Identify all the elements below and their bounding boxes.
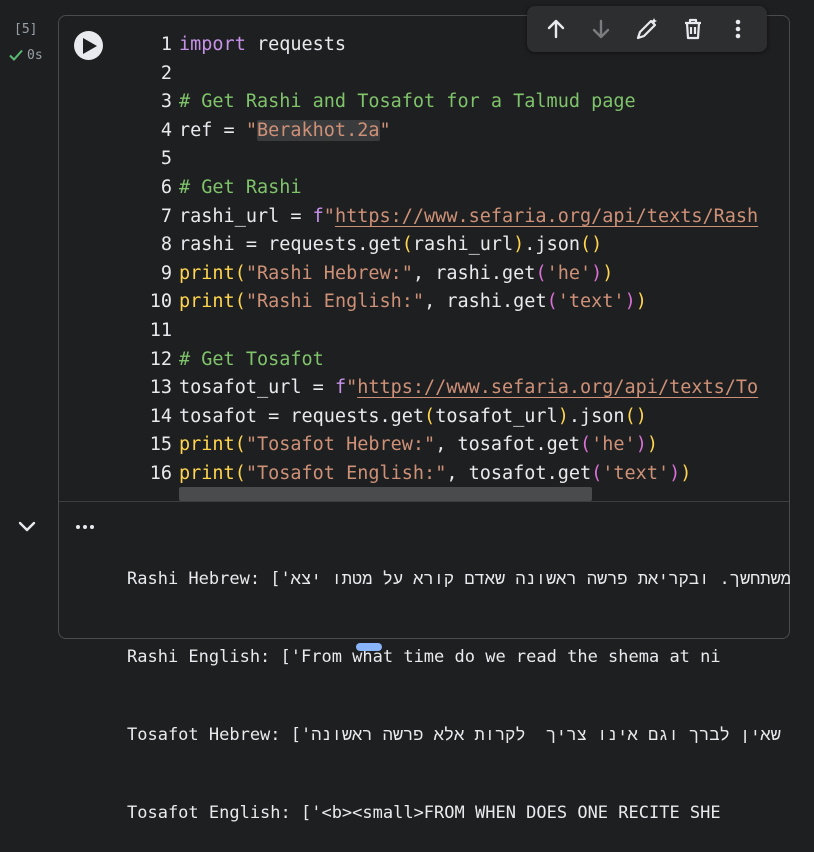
line-number: 15 bbox=[149, 434, 172, 456]
code-text[interactable]: ref = "Berakhot.2a" bbox=[179, 117, 779, 146]
execution-count: [5] bbox=[14, 22, 38, 37]
code-line[interactable]: 5 bbox=[140, 145, 780, 174]
cell-output: Rashi Hebrew: ['משתחשך. ובקריאת פרשה ראש… bbox=[127, 514, 790, 852]
code-line[interactable]: 7 rashi_url = f"https://www.sefaria.org/a… bbox=[140, 203, 780, 232]
chevron-down-icon bbox=[18, 521, 36, 532]
line-number: 16 bbox=[149, 462, 172, 484]
code-text[interactable]: print("Rashi English:", rashi.get('text'… bbox=[179, 288, 779, 317]
line-number: 9 bbox=[160, 262, 172, 284]
code-text[interactable] bbox=[179, 317, 779, 346]
code-text[interactable] bbox=[179, 60, 779, 89]
code-line[interactable]: 16 print("Tosafot English:", tosafot.get(… bbox=[140, 460, 780, 489]
code-line[interactable]: 11 bbox=[140, 317, 780, 346]
output-line: Tosafot Hebrew: ['תו שאין לברך וגם אינו … bbox=[127, 725, 781, 745]
code-text[interactable]: print("Tosafot English:", tosafot.get('t… bbox=[179, 460, 779, 489]
collapse-output-button[interactable] bbox=[16, 517, 38, 537]
code-line[interactable]: 13 tosafot_url = f"https://www.sefaria.or… bbox=[140, 374, 780, 403]
output-actions-button[interactable] bbox=[76, 517, 102, 537]
code-line[interactable]: 9 print("Rashi Hebrew:", rashi.get('he')) bbox=[140, 260, 780, 289]
run-cell-button[interactable] bbox=[74, 31, 103, 60]
code-editor[interactable]: 1 import requests 2 3 # Get Rashi and Tosafo… bbox=[140, 31, 780, 489]
execution-status: 0s bbox=[8, 47, 43, 63]
line-number: 14 bbox=[149, 405, 172, 427]
code-text[interactable]: print("Rashi Hebrew:", rashi.get('he')) bbox=[179, 260, 779, 289]
line-number: 8 bbox=[160, 234, 172, 256]
line-number: 1 bbox=[160, 34, 172, 55]
code-text[interactable]: # Get Tosafot bbox=[179, 346, 779, 375]
line-number: 6 bbox=[160, 176, 172, 198]
code-line[interactable]: 6 # Get Rashi bbox=[140, 174, 780, 203]
code-text[interactable]: tosafot = requests.get(tosafot_url).json… bbox=[179, 403, 779, 432]
output-line: Rashi Hebrew: ['משתחשך. ובקריאת פרשה ראש… bbox=[127, 569, 790, 589]
code-line[interactable]: 3 # Get Rashi and Tosafot for a Talmud pa… bbox=[140, 88, 780, 117]
line-number: 7 bbox=[160, 205, 172, 227]
code-line[interactable]: 4 ref = "Berakhot.2a" bbox=[140, 117, 780, 146]
code-line[interactable]: 2 bbox=[140, 60, 780, 89]
code-text[interactable]: rashi_url = f"https://www.sefaria.org/ap… bbox=[179, 203, 779, 232]
more-horiz-dot bbox=[90, 525, 94, 529]
code-line[interactable]: 10 print("Rashi English:", rashi.get('tex… bbox=[140, 288, 780, 317]
line-number: 2 bbox=[160, 62, 172, 84]
line-number: 10 bbox=[149, 291, 172, 313]
code-text[interactable]: # Get Rashi and Tosafot for a Talmud pag… bbox=[179, 88, 779, 117]
code-text[interactable]: print("Tosafot Hebrew:", tosafot.get('he… bbox=[179, 431, 779, 460]
check-icon bbox=[9, 49, 23, 61]
output-divider bbox=[59, 501, 789, 502]
code-text[interactable]: # Get Rashi bbox=[179, 174, 779, 203]
more-horiz-dot bbox=[83, 525, 87, 529]
output-line: Rashi English: ['From what time do we re… bbox=[127, 647, 721, 667]
code-line[interactable]: 14 tosafot = requests.get(tosafot_url).js… bbox=[140, 403, 780, 432]
code-text[interactable]: import requests bbox=[179, 31, 779, 60]
horizontal-scrollbar[interactable] bbox=[179, 487, 592, 501]
code-text[interactable] bbox=[179, 145, 779, 174]
code-line[interactable]: 8 rashi = requests.get(rashi_url).json() bbox=[140, 231, 780, 260]
code-text[interactable]: rashi = requests.get(rashi_url).json() bbox=[179, 231, 779, 260]
line-number: 12 bbox=[149, 348, 172, 370]
more-horiz-icon bbox=[76, 525, 80, 529]
line-number: 3 bbox=[160, 91, 172, 113]
line-number: 4 bbox=[160, 119, 172, 141]
line-number: 5 bbox=[160, 148, 172, 170]
line-number: 13 bbox=[149, 377, 172, 399]
line-number: 11 bbox=[149, 319, 172, 341]
scroll-indicator bbox=[356, 643, 382, 651]
play-icon bbox=[83, 37, 97, 54]
code-line[interactable]: 15 print("Tosafot Hebrew:", tosafot.get('… bbox=[140, 431, 780, 460]
execution-time: 0s bbox=[27, 47, 43, 63]
code-line[interactable]: 1 import requests bbox=[140, 31, 780, 60]
code-line[interactable]: 12 # Get Tosafot bbox=[140, 346, 780, 375]
output-line: Tosafot English: ['<b><small>FROM WHEN D… bbox=[127, 803, 721, 823]
code-text[interactable]: tosafot_url = f"https://www.sefaria.org/… bbox=[179, 374, 779, 403]
